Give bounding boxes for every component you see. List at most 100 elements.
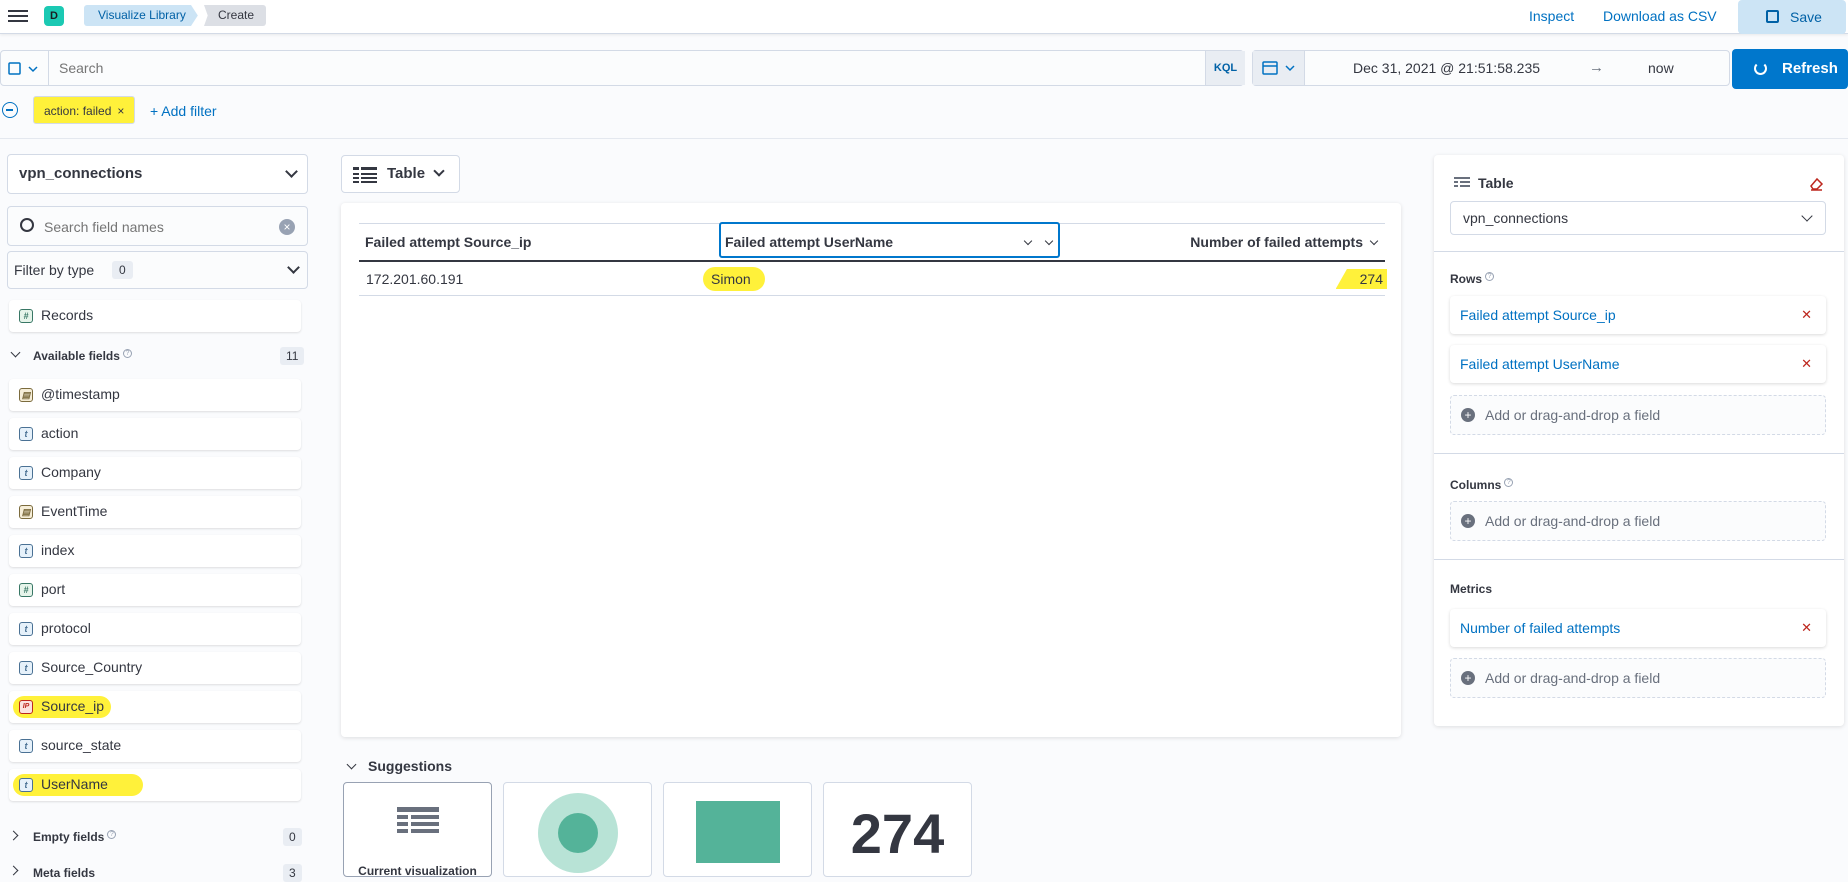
field-name: Records: [41, 307, 94, 323]
suggestions-header[interactable]: Suggestions: [368, 758, 452, 774]
suggestion-donut[interactable]: [503, 782, 652, 877]
text-type-icon: t: [19, 661, 33, 675]
calendar-icon: [1262, 61, 1295, 75]
suggestion-treemap[interactable]: [663, 782, 812, 877]
chevron-down-icon[interactable]: [346, 759, 357, 770]
help-icon: ?: [1485, 272, 1495, 281]
save-button[interactable]: Save: [1738, 0, 1846, 34]
field-item-source-ip[interactable]: IP Source_ip: [9, 691, 301, 723]
treemap-icon: [696, 801, 780, 863]
field-item-protocol[interactable]: t protocol: [9, 613, 301, 645]
layer-index-select[interactable]: vpn_connections: [1450, 201, 1826, 235]
remove-icon[interactable]: ✕: [1801, 609, 1812, 647]
refresh-button[interactable]: Refresh: [1732, 49, 1848, 89]
divider: [0, 138, 1848, 139]
field-search-input[interactable]: [44, 219, 264, 235]
chevron-down-icon[interactable]: [10, 347, 21, 358]
chevron-down-icon: [433, 165, 445, 177]
suggestion-current-label: Current visualization: [358, 864, 477, 877]
column-header-failed-attempts[interactable]: Number of failed attempts: [1190, 225, 1363, 259]
suggestion-metric[interactable]: 274: [823, 782, 972, 877]
chevron-right-icon[interactable]: [8, 865, 19, 876]
breadcrumb-visualize-library[interactable]: Visualize Library: [84, 5, 198, 26]
filter-menu-icon[interactable]: [2, 102, 18, 118]
chevron-down-icon[interactable]: [1369, 236, 1379, 246]
suggestion-current[interactable]: Current visualization: [343, 782, 492, 877]
quick-date-menu[interactable]: [1253, 51, 1305, 85]
field-item-username[interactable]: t UserName: [9, 769, 301, 801]
metric-failed-attempts[interactable]: Number of failed attempts ✕: [1450, 609, 1826, 647]
column-header-source-ip[interactable]: Failed attempt Source_ip: [365, 225, 531, 259]
table-icon: [397, 807, 439, 833]
filter-pill[interactable]: action: failed ×: [33, 96, 136, 124]
refresh-icon: [1754, 62, 1767, 75]
field-name: UserName: [41, 776, 108, 792]
filter-pill-label: action: failed: [44, 104, 112, 118]
field-name: EventTime: [41, 503, 108, 519]
chevron-right-icon[interactable]: [8, 830, 19, 841]
row-dimension-source-ip[interactable]: Failed attempt Source_ip ✕: [1450, 296, 1826, 334]
columns-add-field[interactable]: + Add or drag-and-drop a field: [1450, 501, 1826, 541]
clear-icon[interactable]: ×: [279, 219, 295, 235]
field-item-port[interactable]: # port: [9, 574, 301, 606]
divider: [359, 295, 1385, 296]
eraser-icon[interactable]: [1808, 175, 1824, 191]
meta-fields-header[interactable]: Meta fields: [33, 866, 95, 880]
add-filter-button[interactable]: + Add filter: [150, 103, 217, 119]
field-item-index[interactable]: t index: [9, 535, 301, 567]
space-avatar[interactable]: D: [44, 6, 64, 26]
divider: [1434, 559, 1844, 560]
text-type-icon: t: [19, 427, 33, 441]
remove-icon[interactable]: ✕: [1801, 345, 1812, 383]
field-name: index: [41, 542, 75, 558]
inspect-link[interactable]: Inspect: [1529, 8, 1574, 24]
date-picker: Dec 31, 2021 @ 21:51:58.235 → now: [1252, 50, 1730, 86]
field-item-timestamp[interactable]: ▤ @timestamp: [9, 379, 301, 411]
date-start[interactable]: Dec 31, 2021 @ 21:51:58.235: [1353, 60, 1540, 76]
table-icon: [1454, 177, 1470, 187]
field-name: Source_Country: [41, 659, 143, 675]
close-icon[interactable]: ×: [117, 104, 124, 118]
ip-type-icon: IP: [19, 700, 33, 714]
field-item-source-country[interactable]: t Source_Country: [9, 652, 301, 684]
visualization-type-label: Table: [387, 165, 426, 182]
breadcrumb-create: Create: [204, 5, 267, 26]
rows-header: Rows?: [1450, 272, 1495, 286]
filter-type-count: 0: [112, 261, 133, 279]
row-dimension-username[interactable]: Failed attempt UserName ✕: [1450, 345, 1826, 383]
field-item-eventtime[interactable]: ▤ EventTime: [9, 496, 301, 528]
filter-by-type[interactable]: Filter by type 0: [7, 251, 308, 289]
empty-fields-header[interactable]: Empty fields?: [33, 830, 117, 844]
field-name: Source_ip: [41, 698, 105, 714]
date-end[interactable]: now: [1648, 60, 1674, 76]
saved-query-icon: [8, 62, 38, 75]
table-cell-username[interactable]: Simon: [703, 267, 765, 291]
search-input[interactable]: [59, 60, 959, 76]
metrics-add-field[interactable]: + Add or drag-and-drop a field: [1450, 658, 1826, 698]
rows-add-field[interactable]: + Add or drag-and-drop a field: [1450, 395, 1826, 435]
download-csv-link[interactable]: Download as CSV: [1603, 8, 1717, 24]
visualization-type-select[interactable]: Table: [341, 155, 460, 193]
field-search: ×: [7, 206, 308, 246]
menu-icon[interactable]: [8, 7, 28, 25]
top-header: D Visualize Library Create Inspect Downl…: [0, 0, 1848, 34]
column-header-username[interactable]: Failed attempt UserName: [725, 225, 893, 259]
kql-toggle[interactable]: KQL: [1205, 51, 1245, 85]
text-type-icon: t: [19, 778, 33, 792]
number-type-icon: #: [19, 583, 33, 597]
field-item-company[interactable]: t Company: [9, 457, 301, 489]
field-name: protocol: [41, 620, 91, 636]
chevron-down-icon: [287, 261, 300, 274]
donut-chart-icon: [538, 793, 618, 873]
records-field[interactable]: # Records: [9, 300, 301, 332]
remove-icon[interactable]: ✕: [1801, 296, 1812, 334]
field-item-source-state[interactable]: t source_state: [9, 730, 301, 762]
table-cell-failed-attempts[interactable]: 274: [1335, 269, 1387, 289]
available-fields-header[interactable]: Available fields?: [33, 349, 132, 363]
text-type-icon: t: [19, 739, 33, 753]
table-cell-source-ip[interactable]: 172.201.60.191: [366, 263, 463, 295]
index-pattern-select[interactable]: vpn_connections: [7, 154, 308, 194]
plus-icon: +: [1461, 671, 1475, 685]
saved-query-menu[interactable]: [1, 51, 49, 85]
field-item-action[interactable]: t action: [9, 418, 301, 450]
